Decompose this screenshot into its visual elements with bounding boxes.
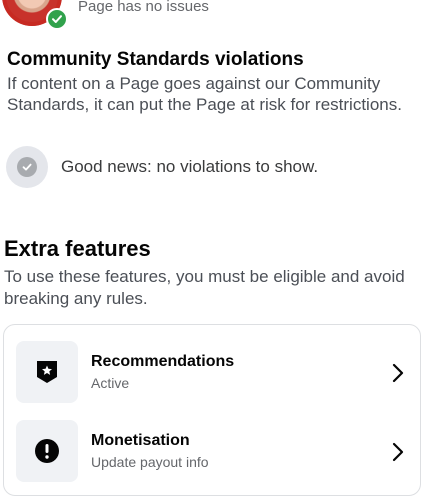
checkmark-icon <box>52 15 62 23</box>
feature-subtitle: Update payout info <box>91 454 209 470</box>
feature-icon-box <box>16 420 78 482</box>
exclamation-circle-icon <box>35 439 59 463</box>
feature-subtitle: Active <box>91 375 130 391</box>
feature-item-recommendations[interactable]: Recommendations Active <box>4 341 420 405</box>
star-badge-icon <box>37 361 57 383</box>
violations-check-icon <box>6 146 48 188</box>
violations-status-text: Good news: no violations to show. <box>61 157 319 176</box>
check-badge-icon <box>46 8 68 30</box>
page-status-text: Page has no issues <box>78 0 209 15</box>
page-quality-screen: Page has no issues Community Standards v… <box>0 0 430 500</box>
community-standards-description: If content on a Page goes against our Co… <box>7 74 402 114</box>
check-circle-icon <box>17 157 37 177</box>
checkmark-icon <box>22 163 32 171</box>
extra-features-title: Extra features <box>4 236 151 261</box>
extra-features-card: Recommendations Active Monetisation Upda… <box>3 324 421 496</box>
feature-title: Recommendations <box>91 353 235 370</box>
feature-title: Monetisation <box>91 432 190 449</box>
community-standards-title: Community Standards violations <box>7 49 304 70</box>
feature-icon-box <box>16 341 78 403</box>
violations-status-row: Good news: no violations to show. <box>6 146 426 190</box>
chevron-right-icon <box>388 361 408 385</box>
chevron-right-icon <box>388 440 408 464</box>
extra-features-description: To use these features, you must be eligi… <box>4 267 405 308</box>
page-status-row: Page has no issues <box>0 0 430 30</box>
feature-item-monetisation[interactable]: Monetisation Update payout info <box>4 420 420 484</box>
